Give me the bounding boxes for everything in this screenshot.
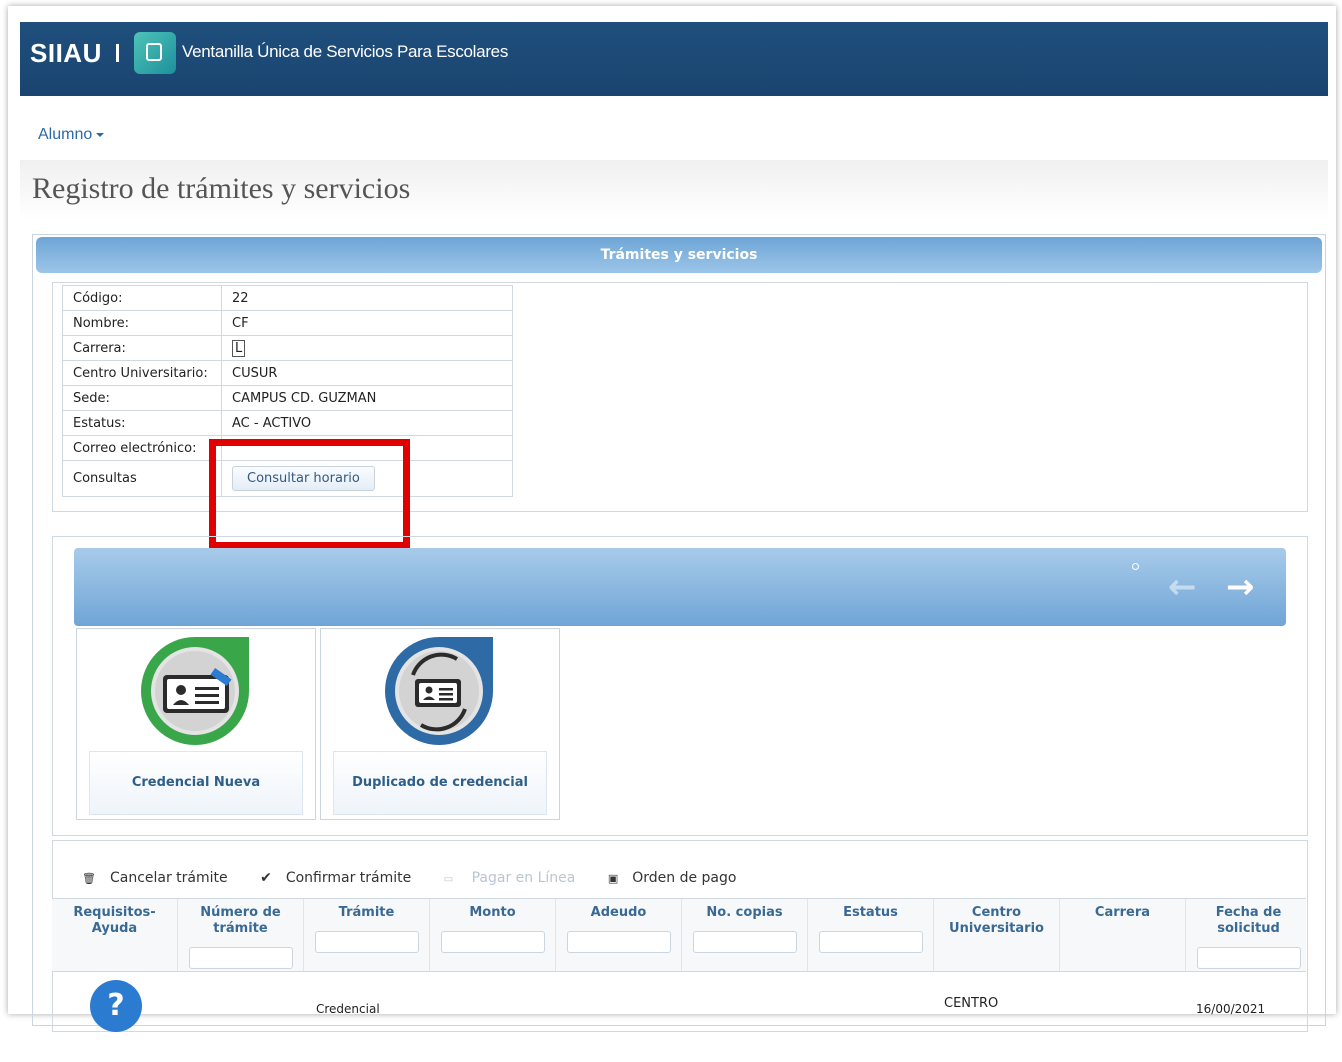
col-label: Estatus	[843, 905, 898, 920]
row-tramite: Credencial	[316, 1002, 380, 1016]
col-monto: Monto	[430, 899, 556, 971]
cancel-label: Cancelar trámite	[109, 870, 228, 886]
col-label: Adeudo	[590, 905, 647, 920]
col-tramite: Trámite	[304, 899, 430, 971]
info-row: Nombre: CF	[62, 310, 513, 336]
col-label: Monto	[469, 905, 516, 920]
col-requisitos: Requisitos-Ayuda	[52, 899, 178, 971]
row-fecha: 16/00/2021	[1196, 1002, 1266, 1016]
service-label[interactable]: Duplicado de credencial	[333, 751, 547, 815]
col-centro: Centro Universitario	[934, 899, 1060, 971]
info-value: L	[221, 335, 513, 361]
payment-order-link[interactable]: ▣ Orden de pago	[608, 870, 751, 886]
filter-numero-input[interactable]	[189, 947, 293, 969]
action-bar: 🗑 Cancelar trámite ✔ Confirmar trámite ▭ P…	[82, 870, 764, 886]
cancel-tramite-link[interactable]: 🗑 Cancelar trámite	[82, 870, 242, 886]
info-row: Estatus: AC - ACTIVO	[62, 410, 513, 436]
app-icon	[134, 32, 176, 74]
service-card-credencial-nueva[interactable]: Credencial Nueva	[76, 628, 316, 820]
col-carrera: Carrera	[1060, 899, 1186, 971]
info-value: CAMPUS CD. GUZMAN	[221, 385, 513, 411]
app-subtitle: Ventanilla Única de Servicios Para Escol…	[182, 42, 509, 61]
col-label: Carrera	[1094, 905, 1151, 920]
receipt-icon: ▣	[607, 872, 619, 885]
col-numero: Número de trámite	[178, 899, 304, 971]
filter-estatus-input[interactable]	[819, 931, 923, 953]
col-label: Número de trámite	[200, 905, 281, 936]
info-row: Sede: CAMPUS CD. GUZMAN	[62, 385, 513, 411]
arrow-right-icon[interactable]: →	[1226, 570, 1255, 604]
col-label: Centro Universitario	[949, 905, 1044, 936]
section-header: Trámites y servicios	[36, 237, 1322, 273]
col-label: No. copias	[706, 905, 783, 920]
service-label[interactable]: Credencial Nueva	[89, 751, 303, 815]
info-row: Carrera: L	[62, 335, 513, 361]
duplicate-id-card-icon	[385, 637, 493, 745]
info-value: CF	[221, 310, 513, 336]
card-icon: ▭	[443, 874, 454, 885]
info-value: CUSUR	[221, 360, 513, 386]
check-icon: ✔	[260, 870, 272, 886]
career-box: L	[232, 339, 246, 357]
chevron-down-icon	[96, 132, 105, 137]
carousel-dot[interactable]	[1132, 563, 1139, 570]
info-label: Código:	[62, 285, 222, 311]
col-copias: No. copias	[682, 899, 808, 971]
brand-logo[interactable]: SIIAU	[30, 38, 102, 69]
pay-online-label: Pagar en Línea	[471, 870, 576, 886]
col-fecha: Fecha de solicitud	[1186, 899, 1311, 971]
info-label: Nombre:	[62, 310, 222, 336]
menu-alumno-label: Alumno	[38, 126, 93, 143]
row-centro: CENTRO	[944, 996, 999, 1011]
filter-tramite-input[interactable]	[315, 931, 419, 953]
carousel-header: ← →	[74, 548, 1286, 626]
info-row: Centro Universitario: CUSUR	[62, 360, 513, 386]
filter-adeudo-input[interactable]	[567, 931, 671, 953]
brand-separator	[116, 44, 119, 62]
payment-order-label: Orden de pago	[632, 870, 737, 886]
filter-fecha-input[interactable]	[1197, 947, 1301, 969]
col-adeudo: Adeudo	[556, 899, 682, 971]
info-label: Correo electrónico:	[62, 435, 222, 461]
confirm-label: Confirmar trámite	[285, 870, 412, 886]
info-label: Sede:	[62, 385, 222, 411]
page-title: Registro de trámites y servicios	[32, 172, 411, 205]
table-header: Requisitos-Ayuda Número de trámite Trámi…	[52, 898, 1306, 972]
pay-online-link[interactable]: ▭ Pagar en Línea	[444, 870, 590, 886]
confirm-tramite-link[interactable]: ✔ Confirmar trámite	[260, 870, 425, 886]
info-value: AC - ACTIVO	[221, 410, 513, 436]
menu-alumno[interactable]: Alumno	[38, 126, 105, 144]
info-row: Código: 22	[62, 285, 513, 311]
col-label: Fecha de solicitud	[1215, 905, 1282, 936]
info-label: Carrera:	[62, 335, 222, 361]
top-header-bar: SIIAU Ventanilla Única de Servicios Para…	[20, 22, 1328, 96]
highlight-box	[209, 439, 410, 549]
info-label: Consultas	[62, 460, 222, 497]
info-label: Centro Universitario:	[62, 360, 222, 386]
service-card-duplicado[interactable]: Duplicado de credencial	[320, 628, 560, 820]
new-id-card-icon	[141, 637, 249, 745]
help-icon[interactable]: ?	[90, 980, 142, 1032]
filter-monto-input[interactable]	[441, 931, 545, 953]
trash-icon: 🗑	[82, 872, 96, 885]
arrow-left-icon[interactable]: ←	[1168, 570, 1197, 604]
info-label: Estatus:	[62, 410, 222, 436]
col-label: Trámite	[338, 905, 395, 920]
menu-bar: Alumno	[20, 96, 1328, 161]
filter-copias-input[interactable]	[693, 931, 797, 953]
col-estatus: Estatus	[808, 899, 934, 971]
col-label: Requisitos-Ayuda	[73, 905, 156, 936]
info-value: 22	[221, 285, 513, 311]
